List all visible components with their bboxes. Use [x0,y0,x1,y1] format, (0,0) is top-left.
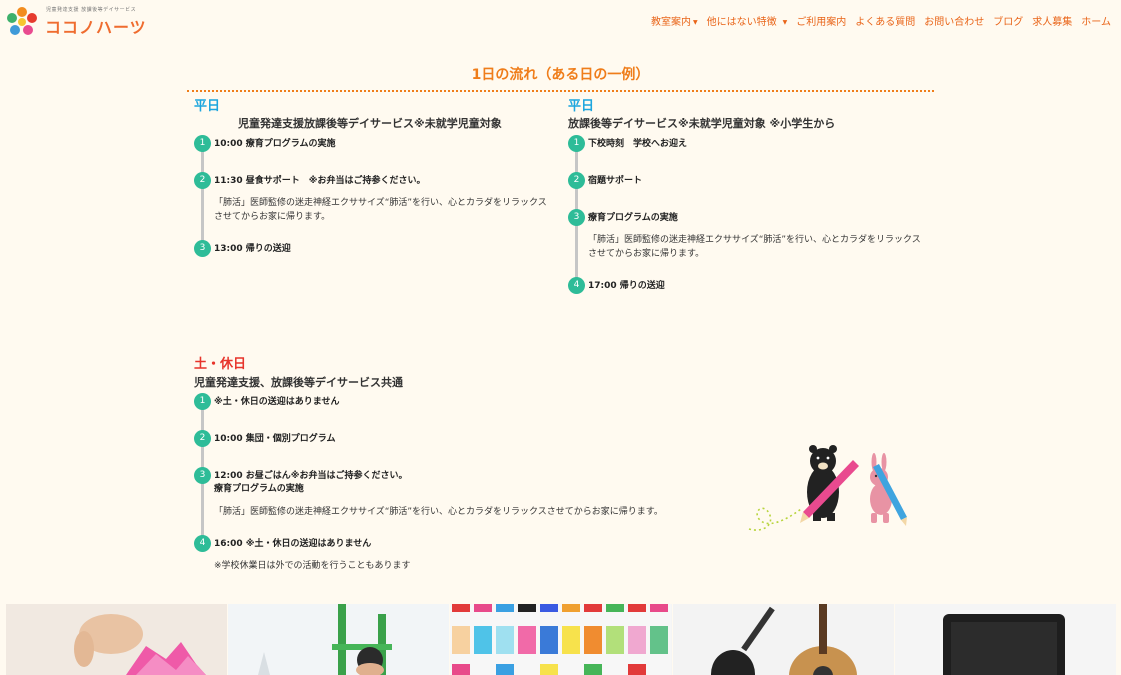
step-number: 2 [568,172,585,189]
step-title: 下校時刻 学校へお迎え [588,139,688,149]
timeline-line [201,143,204,249]
step-title: ※土・休日の送迎はありません [214,397,340,407]
site-logo[interactable]: 児童発達支援 放課後等デイサービス ココノハーツ [6,5,146,37]
step-number: 4 [194,535,211,552]
step-number: 1 [194,135,211,152]
main-nav: 教室案内 ▼ 他にはない特徴 ▼ ご利用案内 よくある質問 お問い合わせ ブログ 求… [651,13,1111,28]
step-title-secondary: 療育プログラムの実施 [214,484,304,494]
nav-item-faq[interactable]: よくある質問 [855,13,915,28]
photo-guitar [672,604,894,675]
step-number: 2 [194,172,211,189]
step-number: 1 [568,135,585,152]
step-description: ※学校休業日は外での活動を行うこともあります [214,561,411,571]
weekday-after-school-timeline: 1 下校時刻 学校へお迎え 2 宿題サポート 3 療育プログラムの実施 「肺活」… [568,135,938,295]
step-title: 12:00 お昼ごはん※お弁当はご持参ください。 [214,471,408,481]
site-header: 児童発達支援 放課後等デイサービス ココノハーツ 教室案内 ▼ 他にはない特徴 ▼ … [0,0,1121,40]
step-number: 4 [568,277,585,294]
nav-item-blog[interactable]: ブログ [993,13,1023,28]
step-title: 10:00 集団・個別プログラム [214,434,336,444]
flower-logo-icon [7,7,37,35]
step-number: 3 [568,209,585,226]
photo-color-bottles [450,604,672,675]
bear-rabbit-pencil-illustration [745,437,915,535]
weekday-heading: 平日 [194,99,221,114]
step-number: 2 [194,430,211,447]
nav-item-home[interactable]: ホーム [1081,13,1111,28]
weekday-subheading: 児童発達支援放課後等デイサービス※未就学児童対象 [238,117,502,130]
step-title: 17:00 帰りの送迎 [588,281,665,291]
nav-item-usage[interactable]: ご利用案内 [796,13,846,28]
logo-text: ココノハーツ [45,18,147,37]
weekday-timeline: 1 10:00 療育プログラムの実施 2 11:30 昼食サポート ※お弁当はご… [194,135,554,260]
step-description: 「肺活」医師監修の迷走神経エクササイズ“肺活”を行い、心とカラダをリラックスさせ… [588,235,921,259]
step-description: 「肺活」医師監修の迷走神経エクササイズ“肺活”を行い、心とカラダをリラックスさせ… [214,198,547,222]
photo-strip [6,604,1117,675]
photo-playground [228,604,450,675]
step-number: 1 [194,393,211,410]
photo-tablet [894,604,1117,675]
photo-kids-craft [6,604,228,675]
holiday-subheading: 児童発達支援、放課後等デイサービス共通 [194,376,403,389]
step-number: 3 [194,467,211,484]
holiday-heading: 土・休日 [194,357,247,372]
step-description: 「肺活」医師監修の迷走神経エクササイズ“肺活”を行い、心とカラダをリラックスさせ… [214,507,663,517]
step-title: 16:00 ※土・休日の送迎はありません [214,539,372,549]
weekday-after-school-subheading: 放課後等デイサービス※未就学児童対象 ※小学生から [568,117,836,130]
step-title: 11:30 昼食サポート ※お弁当はご持参ください。 [214,176,426,186]
holiday-timeline: 1 ※土・休日の送迎はありません 2 10:00 集団・個別プログラム 3 12… [194,393,714,573]
step-title: 13:00 帰りの送迎 [214,244,291,254]
nav-item-recruit[interactable]: 求人募集 [1032,13,1072,28]
nav-item-classroom[interactable]: 教室案内 ▼ [651,13,698,28]
chevron-down-icon: ▼ [693,19,698,26]
step-title: 10:00 療育プログラムの実施 [214,139,336,149]
step-title: 療育プログラムの実施 [588,213,678,223]
logo-tagline: 児童発達支援 放課後等デイサービス [46,7,137,13]
nav-item-contact[interactable]: お問い合わせ [924,13,984,28]
chevron-down-icon: ▼ [782,19,788,26]
nav-item-features[interactable]: 他にはない特徴 ▼ [707,13,788,28]
section-title: 1日の流れ（ある日の一例） [187,64,934,92]
weekday-after-school-heading: 平日 [568,99,595,114]
step-number: 3 [194,240,211,257]
step-title: 宿題サポート [588,176,643,186]
